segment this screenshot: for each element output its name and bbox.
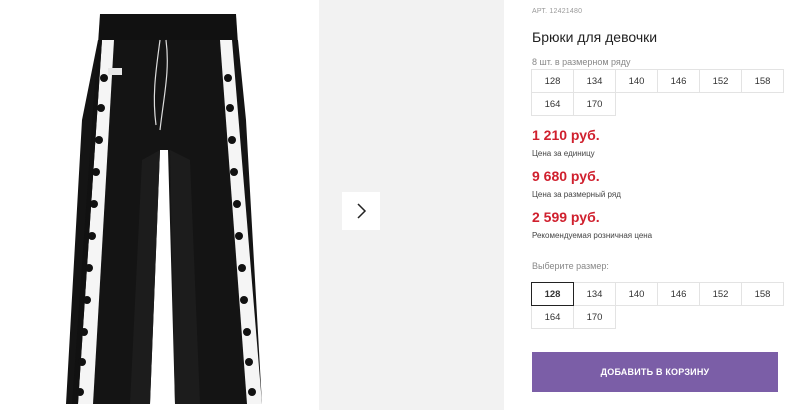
next-photo-button[interactable] — [342, 192, 380, 230]
size-select-label: Выберите размер: — [532, 261, 609, 271]
size-row-cell: 134 — [573, 69, 616, 93]
retail-price: 2 599 руб. — [532, 209, 600, 225]
pants-photo-icon — [66, 14, 262, 404]
unit-price-note: Цена за единицу — [532, 149, 595, 158]
size-option[interactable]: 164 — [531, 305, 574, 329]
size-option[interactable]: 140 — [615, 282, 658, 306]
product-photo[interactable] — [0, 0, 314, 410]
product-title: Брюки для девочки — [532, 29, 658, 45]
size-option[interactable]: 128 — [531, 282, 574, 306]
size-row-cell: 158 — [741, 69, 784, 93]
size-row-grid: 128 134 140 146 152 158 164 170 — [531, 69, 784, 116]
size-option[interactable]: 158 — [741, 282, 784, 306]
size-option[interactable]: 134 — [573, 282, 616, 306]
size-row-cell: 170 — [573, 92, 616, 116]
retail-price-note: Рекомендуемая розничная цена — [532, 231, 653, 240]
row-price: 9 680 руб. — [532, 168, 600, 184]
size-row-cell: 164 — [531, 92, 574, 116]
size-select-grid: 128 134 140 146 152 158 164 170 — [531, 282, 784, 329]
size-row-cell: 128 — [531, 69, 574, 93]
size-option[interactable]: 146 — [657, 282, 700, 306]
size-option[interactable]: 152 — [699, 282, 742, 306]
row-price-note: Цена за размерный ряд — [532, 190, 621, 199]
unit-price: 1 210 руб. — [532, 127, 600, 143]
size-row-label: 8 шт. в размерном ряду — [532, 57, 631, 67]
size-row-cell: 146 — [657, 69, 700, 93]
size-option[interactable]: 170 — [573, 305, 616, 329]
chevron-right-icon — [357, 203, 367, 219]
size-row-cell: 140 — [615, 69, 658, 93]
size-row-cell: 152 — [699, 69, 742, 93]
product-page: АРТ. 12421480 Брюки для девочки 8 шт. в … — [0, 0, 800, 410]
add-to-cart-button[interactable]: ДОБАВИТЬ В КОРЗИНУ — [532, 352, 778, 392]
article-number: АРТ. 12421480 — [532, 8, 583, 15]
